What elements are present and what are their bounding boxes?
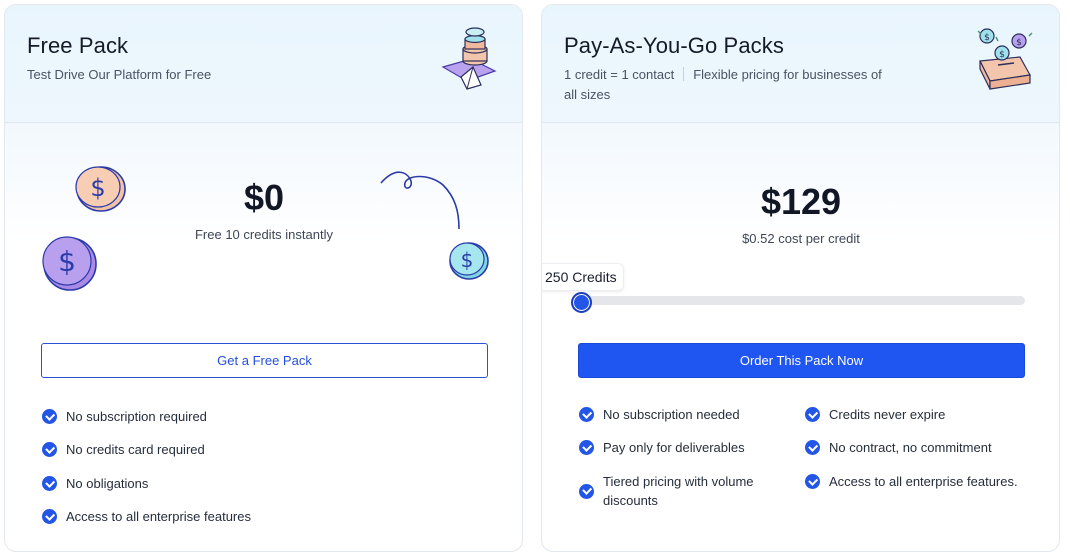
teal-coin-icon: $: [449, 242, 489, 280]
free-feature-item: Access to all enterprise features: [42, 507, 251, 526]
get-free-pack-button[interactable]: Get a Free Pack: [41, 343, 488, 378]
svg-text:$: $: [984, 33, 990, 43]
svg-text:$: $: [461, 248, 474, 272]
free-feature-item: No subscription required: [42, 407, 207, 426]
subtitle-divider: [683, 67, 685, 81]
check-icon: [579, 440, 594, 455]
payg-feature-label: No contract, no commitment: [829, 440, 992, 455]
free-pack-price-note: Free 10 credits instantly: [194, 227, 333, 242]
orange-coin-icon: $: [75, 166, 126, 212]
purple-coin-icon: $: [42, 236, 97, 291]
free-pack-price: $0: [243, 177, 285, 218]
payg-pack-price: $129: [760, 181, 842, 222]
check-icon: [42, 442, 57, 457]
check-icon: [805, 474, 820, 489]
swirl-decoration-icon: [380, 171, 460, 230]
payg-feature-item: No subscription needed: [579, 405, 740, 424]
check-icon: [805, 440, 820, 455]
order-pack-button[interactable]: Order This Pack Now: [578, 343, 1025, 378]
payg-feature-item: Tiered pricing with volume discounts: [579, 472, 779, 510]
free-pack-header: Free Pack Test Drive Our Platform for Fr…: [5, 5, 522, 123]
payg-pack-header: Pay-As-You-Go Packs 1 credit = 1 contact…: [542, 5, 1059, 123]
slider-value-tooltip: 250 Credits: [542, 263, 624, 291]
free-feature-item: No obligations: [42, 474, 148, 493]
payg-feature-item: No contract, no commitment: [805, 438, 992, 457]
payg-feature-label: Tiered pricing with volume discounts: [603, 474, 754, 508]
piggy-box-coins-illustration-icon: $ $ $: [977, 28, 1033, 90]
svg-text:$: $: [1016, 38, 1022, 48]
free-feature-label: Access to all enterprise features: [66, 509, 251, 524]
svg-text:$: $: [58, 245, 76, 278]
free-feature-label: No subscription required: [66, 409, 207, 424]
check-icon: [579, 483, 594, 499]
check-icon: [42, 476, 57, 491]
svg-text:$: $: [90, 174, 105, 202]
credits-slider-track[interactable]: [579, 296, 1025, 305]
payg-subtitle-credit-rate: 1 credit = 1 contact: [564, 67, 675, 82]
free-feature-label: No credits card required: [66, 442, 205, 457]
payg-feature-label: Credits never expire: [829, 407, 946, 422]
free-pack-title: Free Pack: [27, 33, 129, 58]
credits-slider-thumb[interactable]: [571, 292, 592, 313]
payg-cost-per-credit: $0.52 cost per credit: [651, 231, 951, 246]
free-pack-card: Free Pack Test Drive Our Platform for Fr…: [4, 4, 523, 552]
svg-text:$: $: [999, 50, 1005, 60]
payg-feature-label: No subscription needed: [603, 407, 740, 422]
cost-per-credit-label: cost per credit: [778, 231, 860, 246]
cost-per-credit-value: $0.52: [742, 231, 775, 246]
payg-feature-label: Access to all enterprise features.: [829, 474, 1018, 489]
payg-pack-card: Pay-As-You-Go Packs 1 credit = 1 contact…: [541, 4, 1060, 552]
payg-feature-item: Access to all enterprise features.: [805, 472, 1018, 491]
free-feature-item: No credits card required: [42, 440, 205, 459]
payg-feature-item: Credits never expire: [805, 405, 945, 424]
payg-feature-item: Pay only for deliverables: [579, 438, 745, 457]
free-pack-subtitle: Test Drive Our Platform for Free: [27, 67, 212, 82]
check-icon: [805, 407, 820, 422]
payg-pack-subtitle: 1 credit = 1 contact Flexible pricing for…: [564, 65, 894, 105]
check-icon: [42, 409, 57, 424]
free-feature-label: No obligations: [66, 476, 149, 491]
payg-pack-title: Pay-As-You-Go Packs: [564, 33, 784, 58]
payg-feature-label: Pay only for deliverables: [603, 440, 745, 455]
coin-stack-illustration-icon: [441, 27, 497, 90]
check-icon: [42, 509, 57, 524]
check-icon: [579, 407, 594, 422]
